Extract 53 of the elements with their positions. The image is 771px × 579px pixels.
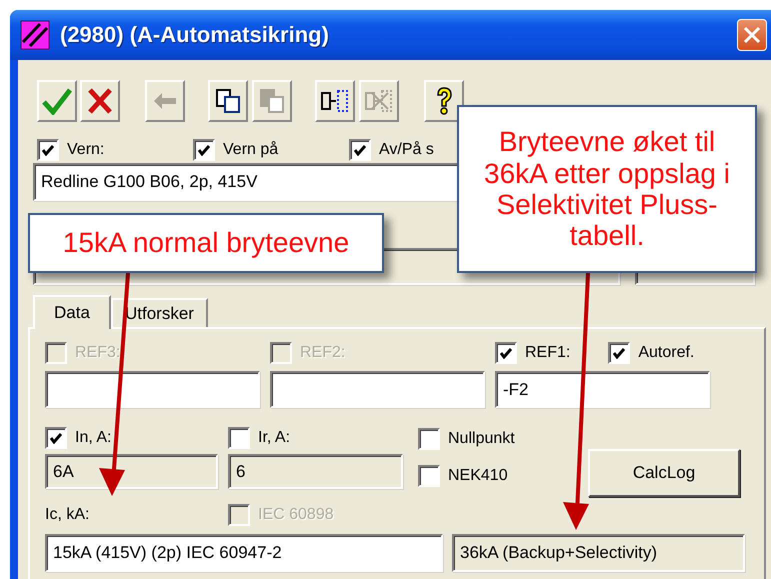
ref-field[interactable] <box>270 371 485 408</box>
checkbox-label: REF3: <box>75 343 120 363</box>
checkbox-label: Av/På s <box>379 140 434 160</box>
checkmark-icon <box>354 144 366 156</box>
remove-icon <box>364 89 394 113</box>
close-icon <box>87 87 113 115</box>
checkmark-icon <box>42 144 54 156</box>
checkmark-icon <box>198 144 210 156</box>
checkbox-label: Autoref. <box>638 343 694 363</box>
checkbox[interactable] <box>418 428 440 450</box>
checkbox-label: NEK410 <box>448 466 508 486</box>
checkbox[interactable] <box>228 427 250 449</box>
checkbox-label: Vern: <box>67 140 104 160</box>
callout-tooltip: Bryteevne øket til 36kA etter oppslag i Selektivitet Pluss- tabell. <box>457 105 757 273</box>
window-title: (2980) (A-Automatsikring) <box>60 22 330 48</box>
checkbox-label: Vern på <box>223 140 278 160</box>
checkbox-label: In, A: <box>75 428 112 448</box>
app-icon <box>20 20 50 50</box>
close-icon <box>743 26 761 44</box>
copy-icon <box>215 88 241 114</box>
toolbar-button[interactable] <box>424 80 464 122</box>
close-button[interactable] <box>737 19 767 51</box>
checkbox-label: REF1: <box>525 343 570 363</box>
ic-field[interactable]: 15kA (415V) (2p) IEC 60947-2 <box>45 534 443 572</box>
checkbox[interactable] <box>45 427 67 449</box>
checkbox[interactable] <box>418 465 440 487</box>
checkbox[interactable] <box>37 139 59 161</box>
checkbox[interactable] <box>495 342 517 364</box>
arrow-left-icon <box>154 93 176 109</box>
paste-icon <box>259 88 285 114</box>
ref-field[interactable]: -F2 <box>495 371 710 408</box>
ic-label: Ic, kA: <box>45 505 90 525</box>
checkmark-icon <box>613 348 626 358</box>
checkbox-label: Nullpunkt <box>448 429 515 449</box>
checkmark-icon <box>500 348 512 358</box>
current-field[interactable]: 6A <box>45 454 218 489</box>
toolbar-button[interactable] <box>208 80 248 122</box>
checkbox[interactable] <box>608 342 630 364</box>
checkbox[interactable] <box>193 139 215 161</box>
current-field[interactable]: 6 <box>228 454 403 489</box>
checkmark-icon <box>50 432 62 444</box>
checkbox-label: Ir, A: <box>258 428 290 448</box>
toolbar-button[interactable] <box>315 80 355 122</box>
checkbox-label: REF2: <box>300 343 346 363</box>
ref-field[interactable] <box>45 371 260 408</box>
checkbox[interactable] <box>349 139 371 161</box>
calclog-button[interactable]: CalcLog <box>588 449 740 497</box>
ic-result-field[interactable]: 36kA (Backup+Selectivity) <box>452 534 745 572</box>
checkbox-label: IEC 60898 <box>258 505 334 525</box>
tab[interactable]: Data <box>33 295 111 329</box>
callout-tooltip: 15kA normal bryteevne <box>28 213 384 273</box>
checkmark-icon <box>42 87 72 115</box>
insert-icon <box>320 89 350 113</box>
